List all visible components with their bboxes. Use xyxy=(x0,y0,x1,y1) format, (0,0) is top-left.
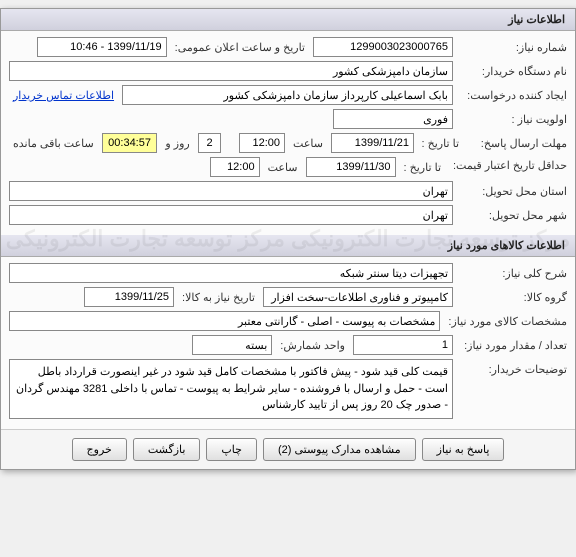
group-label: گروه کالا: xyxy=(457,291,567,304)
deadline-sub: تا تاریخ : xyxy=(418,137,463,150)
creator-label: ایجاد کننده درخواست: xyxy=(457,89,567,102)
specs-label: مشخصات کالای مورد نیاز: xyxy=(444,315,567,328)
remaining-days-field: 2 xyxy=(198,133,222,153)
qty-label: تعداد / مقدار مورد نیاز: xyxy=(457,339,567,352)
desc-field[interactable]: تجهیزات دیتا سنتر شبکه xyxy=(9,263,453,283)
min-valid-date-field[interactable]: 1399/11/30 xyxy=(306,157,396,177)
group-field[interactable]: کامپیوتر و فناوری اطلاعات-سخت افزار xyxy=(263,287,453,307)
notes-label: توضیحات خریدار: xyxy=(457,359,567,376)
unit-field[interactable]: بسته xyxy=(192,335,272,355)
deadline-label: مهلت ارسال پاسخ: xyxy=(467,137,567,150)
city-label: شهر محل تحویل: xyxy=(457,209,567,222)
notes-field[interactable]: قیمت کلی قید شود - پیش فاکتور با مشخصات … xyxy=(9,359,453,419)
back-button[interactable]: بازگشت xyxy=(133,438,201,461)
remaining-time-field: 00:34:57 xyxy=(102,133,158,153)
min-valid-time-label: ساعت xyxy=(264,161,302,174)
button-bar: پاسخ به نیاز مشاهده مدارک پیوستی (2) چاپ… xyxy=(1,429,575,469)
priority-label: اولویت نیاز : xyxy=(457,113,567,126)
deadline-time-label: ساعت xyxy=(289,137,327,150)
creator-field[interactable]: بابک اسماعیلی کارپرداز سازمان دامپزشکی ک… xyxy=(122,85,453,105)
deadline-date-field[interactable]: 1399/11/21 xyxy=(331,133,414,153)
remaining-days-label: روز و xyxy=(161,137,193,150)
exit-button[interactable]: خروج xyxy=(72,438,127,461)
print-button[interactable]: چاپ xyxy=(206,438,257,461)
deadline-time-field[interactable]: 12:00 xyxy=(239,133,286,153)
announce-date-field[interactable]: 1399/11/19 - 10:46 xyxy=(37,37,167,57)
min-valid-label: حداقل تاریخ اعتبار قیمت: xyxy=(449,160,567,173)
need-date-label: تاریخ نیاز به کالا: xyxy=(178,291,259,304)
need-date-field[interactable]: 1399/11/25 xyxy=(84,287,174,307)
min-valid-sub: تا تاریخ : xyxy=(400,161,445,174)
section-goods-body: شرح کلی نیاز: تجهیزات دیتا سنتر شبکه گرو… xyxy=(1,257,575,429)
province-field[interactable]: تهران xyxy=(9,181,453,201)
section-need-info-header: اطلاعات نیاز xyxy=(1,9,575,31)
need-number-label: شماره نیاز: xyxy=(457,41,567,54)
contact-link[interactable]: اطلاعات تماس خریدار xyxy=(9,87,118,104)
specs-field[interactable]: مشخصات به پیوست - اصلی - گارانتی معتبر xyxy=(9,311,440,331)
section-goods-header: اطلاعات کالاهای مورد نیاز xyxy=(1,235,575,257)
province-label: استان محل تحویل: xyxy=(457,185,567,198)
device-name-label: نام دستگاه خریدار: xyxy=(457,65,567,78)
min-valid-time-field[interactable]: 12:00 xyxy=(210,157,260,177)
respond-button[interactable]: پاسخ به نیاز xyxy=(422,438,505,461)
qty-field[interactable]: 1 xyxy=(353,335,453,355)
need-number-field[interactable]: 1299003023000765 xyxy=(313,37,453,57)
remaining-suffix: ساعت باقی مانده xyxy=(9,137,98,150)
city-field[interactable]: تهران xyxy=(9,205,453,225)
priority-field[interactable]: فوری xyxy=(333,109,453,129)
desc-label: شرح کلی نیاز: xyxy=(457,267,567,280)
announce-date-label: تاریخ و ساعت اعلان عمومی: xyxy=(171,41,309,54)
unit-label: واحد شمارش: xyxy=(276,339,349,352)
main-window: مرکز توسعه تجارت الکترونیکی مرکز توسعه ت… xyxy=(0,8,576,470)
attachments-button[interactable]: مشاهده مدارک پیوستی (2) xyxy=(263,438,416,461)
section-need-info-body: شماره نیاز: 1299003023000765 تاریخ و ساع… xyxy=(1,31,575,235)
device-name-field[interactable]: سازمان دامپزشکی کشور xyxy=(9,61,453,81)
